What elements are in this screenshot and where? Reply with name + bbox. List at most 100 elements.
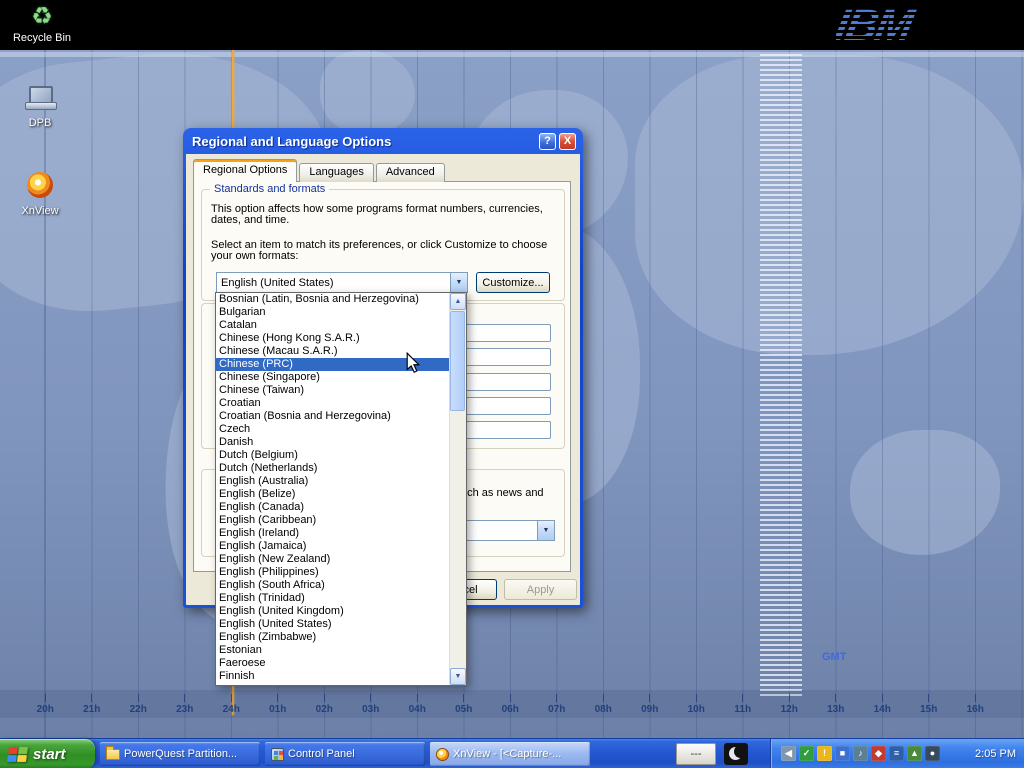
xnview-icon (27, 172, 53, 198)
taskbar: start PowerQuest Partition... Control Pa… (0, 738, 1024, 768)
tab-strip: Regional OptionsLanguagesAdvanced (193, 160, 447, 182)
list-item[interactable]: Dutch (Netherlands) (216, 462, 449, 475)
scrollbar[interactable]: ▲ ▼ (449, 293, 466, 685)
apply-button[interactable]: Apply (504, 579, 577, 600)
tab-regional-options[interactable]: Regional Options (193, 159, 297, 182)
list-item[interactable]: English (United States) (216, 618, 449, 631)
desktop-icon-xnview[interactable]: XnView (8, 172, 72, 217)
ibm-logo: IBM (836, 3, 956, 49)
timezone-label: 10h (673, 694, 720, 715)
timezone-label: 06h (487, 694, 534, 715)
timezone-label: 22h (115, 694, 162, 715)
list-item[interactable]: English (New Zealand) (216, 553, 449, 566)
timezone-label: 09h (627, 694, 674, 715)
list-item[interactable]: English (United Kingdom) (216, 605, 449, 618)
tray-icons: ◀✓!■♪◆≡▲● (781, 746, 940, 761)
timezone-label: 08h (580, 694, 627, 715)
list-item[interactable]: Bosnian (Latin, Bosnia and Herzegovina) (216, 293, 449, 306)
timezone-label: 05h (441, 694, 488, 715)
icon-label: XnView (8, 205, 72, 217)
network-status-icon[interactable]: ≡ (889, 746, 904, 761)
timezone-label: 23h (162, 694, 209, 715)
list-item[interactable]: Danish (216, 436, 449, 449)
timezone-label: 07h (534, 694, 581, 715)
timezone-label: 24h (208, 694, 255, 715)
timezone-label: 02h (301, 694, 348, 715)
scroll-up-icon[interactable]: ▲ (450, 293, 466, 310)
system-tray: ◀✓!■♪◆≡▲● 2:05 PM (770, 739, 1024, 768)
task-button[interactable]: Control Panel (265, 742, 425, 766)
dialog-titlebar[interactable]: Regional and Language Options ? X (186, 128, 580, 154)
close-button[interactable]: X (559, 133, 576, 150)
list-item[interactable]: Finnish (216, 670, 449, 683)
list-item[interactable]: English (South Africa) (216, 579, 449, 592)
list-item[interactable]: Bulgarian (216, 306, 449, 319)
list-item[interactable]: Chinese (Hong Kong S.A.R.) (216, 332, 449, 345)
battery-meter-icon[interactable]: ▲ (907, 746, 922, 761)
icon-label: Recycle Bin (10, 32, 74, 44)
security-alert-icon[interactable]: ! (817, 746, 832, 761)
desktop-icon-recycle-bin[interactable]: ♻ Recycle Bin (10, 4, 74, 44)
scroll-down-icon[interactable]: ▼ (450, 668, 466, 685)
display-settings-icon[interactable]: ■ (835, 746, 850, 761)
timezone-label: 12h (766, 694, 813, 715)
toolbar-mini-button[interactable]: --- (676, 743, 716, 765)
task-button[interactable]: XnView - [<Capture-... (430, 742, 590, 766)
map-scale-strip (0, 52, 1024, 57)
laptop-icon (25, 86, 55, 110)
list-item[interactable]: Catalan (216, 319, 449, 332)
timezone-labels: 20h21h22h23h24h01h02h03h04h05h06h07h08h0… (22, 694, 999, 715)
format-combobox[interactable]: English (United States) ▼ (216, 272, 468, 293)
timezone-label: 03h (348, 694, 395, 715)
gmt-label: GMT (822, 651, 846, 663)
scrollbar-thumb[interactable] (450, 311, 465, 411)
list-item[interactable]: Croatian (216, 397, 449, 410)
timezone-label: 13h (813, 694, 860, 715)
start-label: start (33, 746, 66, 763)
timezone-label: 11h (720, 694, 767, 715)
windows-flag-icon (7, 746, 29, 763)
language-list: Bosnian (Latin, Bosnia and Herzegovina)B… (215, 292, 467, 686)
list-item[interactable]: English (Caribbean) (216, 514, 449, 527)
task-scheduler-icon[interactable]: ● (925, 746, 940, 761)
timezone-label: 15h (906, 694, 953, 715)
antivirus-status-icon[interactable]: ✓ (799, 746, 814, 761)
volume-icon[interactable]: ♪ (853, 746, 868, 761)
list-item[interactable]: English (Australia) (216, 475, 449, 488)
list-item[interactable]: Estonian (216, 644, 449, 657)
taskbar-clock[interactable]: 2:05 PM (975, 748, 1016, 760)
list-item[interactable]: Czech (216, 423, 449, 436)
start-button[interactable]: start (0, 739, 95, 768)
tab-languages[interactable]: Languages (299, 163, 373, 182)
timezone-label: 14h (859, 694, 906, 715)
task-button[interactable]: PowerQuest Partition... (100, 742, 260, 766)
list-item[interactable]: English (Philippines) (216, 566, 449, 579)
list-item[interactable]: English (Zimbabwe) (216, 631, 449, 644)
ibm-logo-stripes (836, 3, 956, 49)
customize-button[interactable]: Customize... (476, 272, 550, 293)
list-item[interactable]: Faeroese (216, 657, 449, 670)
list-item[interactable]: English (Jamaica) (216, 540, 449, 553)
desktop-top-bar: IBM (0, 0, 1024, 50)
help-button[interactable]: ? (539, 133, 556, 150)
desktop-icon-dpb[interactable]: DPB (8, 86, 72, 129)
date-line-hatch-band (760, 54, 802, 699)
messenger-icon[interactable]: ◆ (871, 746, 886, 761)
list-item[interactable]: Chinese (Taiwan) (216, 384, 449, 397)
desktop: 20h21h22h23h24h01h02h03h04h05h06h07h08h0… (0, 0, 1024, 768)
console-icon[interactable] (724, 743, 748, 765)
scrollbar-track[interactable] (450, 310, 466, 668)
tab-advanced[interactable]: Advanced (376, 163, 445, 182)
list-item[interactable]: English (Trinidad) (216, 592, 449, 605)
timezone-label: 01h (255, 694, 302, 715)
list-item[interactable]: English (Ireland) (216, 527, 449, 540)
dropdown-arrow-icon[interactable]: ▼ (537, 521, 554, 540)
dropdown-arrow-icon[interactable]: ▼ (450, 273, 467, 292)
list-item[interactable]: Dutch (Belgium) (216, 449, 449, 462)
dialog-title: Regional and Language Options (192, 134, 536, 149)
list-item[interactable]: English (Canada) (216, 501, 449, 514)
safely-remove-hardware-icon[interactable]: ◀ (781, 746, 796, 761)
list-item[interactable]: English (Belize) (216, 488, 449, 501)
task-buttons: PowerQuest Partition... Control Panel Xn… (100, 742, 590, 766)
list-item[interactable]: Croatian (Bosnia and Herzegovina) (216, 410, 449, 423)
